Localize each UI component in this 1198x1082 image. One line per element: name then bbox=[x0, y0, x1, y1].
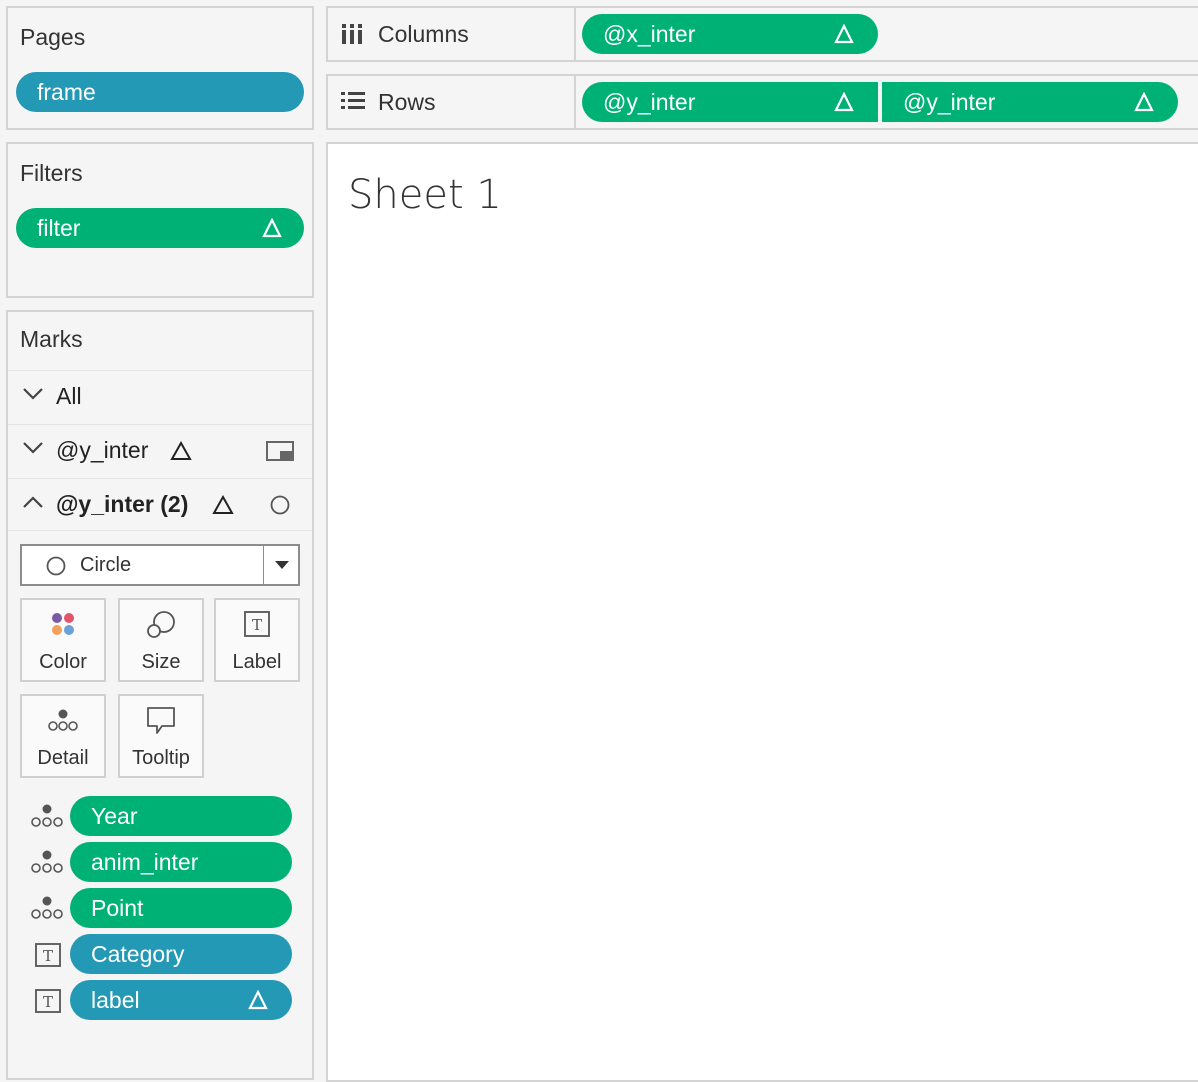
pages-pill-frame[interactable]: frame bbox=[16, 72, 304, 112]
automatic-mark-icon bbox=[266, 441, 294, 461]
delta-icon bbox=[834, 92, 854, 112]
color-icon bbox=[22, 610, 104, 643]
circle-mark-icon bbox=[270, 495, 290, 515]
chevron-down-icon bbox=[275, 561, 289, 569]
rows-label: Rows bbox=[378, 89, 436, 115]
text-icon: T bbox=[35, 943, 61, 967]
chevron-down-icon bbox=[23, 388, 43, 400]
field-pill-label[interactable]: label bbox=[70, 980, 292, 1020]
pill-label: anim_inter bbox=[91, 849, 199, 875]
pill-label: @y_inter bbox=[903, 89, 996, 115]
pages-panel: Pages frame bbox=[6, 6, 314, 130]
rows-pill-y-inter-1[interactable]: @y_inter bbox=[582, 82, 878, 122]
card-label: Detail bbox=[37, 747, 89, 769]
rows-shelf: Rows @y_inter @y_inter bbox=[326, 74, 1198, 130]
color-card[interactable]: Color bbox=[20, 598, 106, 682]
pill-label: frame bbox=[37, 79, 96, 105]
filters-panel: Filters filter bbox=[6, 142, 314, 298]
label-card[interactable]: T Label bbox=[214, 598, 300, 682]
field-pill-point[interactable]: Point bbox=[70, 888, 292, 928]
pill-label: Point bbox=[91, 895, 144, 921]
size-card[interactable]: Size bbox=[118, 598, 204, 682]
marks-divider bbox=[8, 530, 312, 531]
pill-label: @y_inter bbox=[603, 89, 696, 115]
field-pill-category[interactable]: Category bbox=[70, 934, 292, 974]
detail-card[interactable]: Detail bbox=[20, 694, 106, 778]
svg-text:T: T bbox=[252, 616, 262, 634]
tooltip-icon bbox=[120, 706, 202, 741]
delta-icon bbox=[248, 990, 268, 1010]
delta-icon bbox=[834, 24, 854, 44]
detail-icon bbox=[22, 706, 104, 739]
filters-pill-filter[interactable]: filter bbox=[16, 208, 304, 248]
delta-icon bbox=[170, 441, 192, 460]
detail-icon bbox=[31, 850, 63, 873]
filters-title: Filters bbox=[20, 160, 83, 186]
card-label: Label bbox=[232, 651, 282, 673]
field-pill-anim-inter[interactable]: anim_inter bbox=[70, 842, 292, 882]
card-label: Size bbox=[141, 651, 181, 673]
columns-icon bbox=[342, 24, 362, 44]
chevron-up-icon bbox=[23, 496, 43, 508]
card-label: Tooltip bbox=[132, 747, 190, 769]
card-label: Color bbox=[39, 651, 87, 673]
columns-label-box: Columns bbox=[328, 8, 576, 60]
columns-pill-x-inter[interactable]: @x_inter bbox=[582, 14, 878, 54]
marks-row-all[interactable]: All bbox=[8, 370, 312, 422]
columns-label: Columns bbox=[378, 21, 469, 47]
mark-type-label: Circle bbox=[80, 554, 132, 576]
pill-label: @x_inter bbox=[603, 21, 696, 47]
rows-icon bbox=[341, 92, 365, 109]
text-icon: T bbox=[216, 610, 298, 643]
mark-type-select[interactable]: Circle bbox=[20, 544, 300, 586]
detail-icon bbox=[31, 896, 63, 919]
tooltip-card[interactable]: Tooltip bbox=[118, 694, 204, 778]
marks-title: Marks bbox=[20, 326, 83, 352]
svg-text:T: T bbox=[43, 947, 53, 965]
delta-icon bbox=[262, 218, 282, 238]
field-pill-year[interactable]: Year bbox=[70, 796, 292, 836]
circle-icon bbox=[46, 556, 66, 576]
pages-title: Pages bbox=[20, 24, 86, 50]
svg-text:T: T bbox=[43, 993, 53, 1011]
columns-shelf: Columns @x_inter bbox=[326, 6, 1198, 62]
dropdown-divider bbox=[263, 546, 264, 584]
pill-label: Year bbox=[91, 803, 138, 829]
sheet-title[interactable]: Sheet 1 bbox=[348, 172, 502, 218]
size-icon bbox=[120, 610, 202, 645]
text-icon: T bbox=[35, 989, 61, 1013]
marks-row-y-inter-2[interactable]: @y_inter (2) bbox=[8, 478, 312, 530]
pill-label: filter bbox=[37, 215, 81, 241]
chevron-down-icon bbox=[23, 442, 43, 454]
marks-row-label: @y_inter bbox=[56, 437, 149, 463]
rows-pill-y-inter-2[interactable]: @y_inter bbox=[882, 82, 1178, 122]
detail-icon bbox=[31, 804, 63, 827]
marks-row-y-inter[interactable]: @y_inter bbox=[8, 424, 312, 476]
rows-label-box: Rows bbox=[328, 76, 576, 128]
pill-label: Category bbox=[91, 941, 185, 967]
pill-label: label bbox=[91, 987, 140, 1013]
marks-row-label: All bbox=[56, 383, 82, 409]
delta-icon bbox=[1134, 92, 1154, 112]
delta-icon bbox=[212, 495, 234, 514]
sheet-canvas[interactable]: Sheet 1 bbox=[326, 142, 1198, 1082]
marks-row-label: @y_inter (2) bbox=[56, 491, 189, 517]
